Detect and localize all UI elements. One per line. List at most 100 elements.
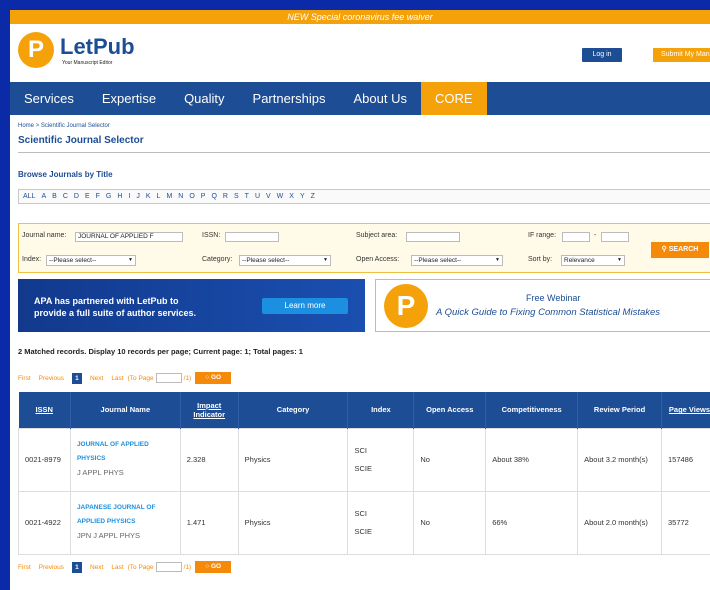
if-range-label: IF range: [528,232,557,239]
if-min-input[interactable] [562,232,590,242]
pager-last[interactable]: Last [111,375,123,382]
pager-next[interactable]: Next [90,564,103,571]
letter-k[interactable]: K [146,193,151,200]
letter-g[interactable]: G [106,193,111,200]
index-sci: SCI [354,445,367,455]
promo-banner[interactable]: NEW Special coronavirus fee waiver [10,10,710,24]
go-button[interactable]: ○ GO [195,561,232,573]
letter-h[interactable]: H [117,193,122,200]
letter-j[interactable]: J [136,193,140,200]
index-scie: SCIE [354,463,372,473]
column-journal-name: Journal Name [70,392,181,428]
letter-l[interactable]: L [157,193,161,200]
nav-quality[interactable]: Quality [170,82,238,115]
login-button[interactable]: Log in [582,48,622,62]
apa-promo-banner[interactable]: APA has partnered with LetPub to provide … [18,279,365,332]
logo-name[interactable]: LetPub [60,34,135,60]
letter-n[interactable]: N [178,193,183,200]
cell-impact: 1.471 [179,490,239,555]
apa-promo-text: APA has partnered with LetPub to provide … [34,295,196,319]
letpub-logo-icon[interactable]: P [18,32,54,68]
journal-name-label: Journal name: [22,232,67,239]
letter-w[interactable]: W [277,193,284,200]
nav-about-us[interactable]: About Us [340,82,421,115]
pager-current[interactable]: 1 [71,372,82,384]
journal-link[interactable]: JOURNAL OF APPLIED PHYSICS [77,441,149,462]
if-max-input[interactable] [601,232,629,242]
breadcrumb[interactable]: Home > Scientific Journal Selector [18,123,110,129]
nav-services[interactable]: Services [10,82,88,115]
pager-next[interactable]: Next [90,375,103,382]
letter-b[interactable]: B [52,193,57,200]
cell-review-period: About 2.0 month(s) [577,490,662,555]
letter-r[interactable]: R [223,193,228,200]
pager-first[interactable]: First [18,375,31,382]
letter-d[interactable]: D [74,193,79,200]
letter-s[interactable]: S [234,193,239,200]
letter-v[interactable]: V [266,193,271,200]
pager-to-page: (To Page [127,563,154,571]
pager-last[interactable]: Last [111,564,123,571]
letter-z[interactable]: Z [311,193,315,200]
letter-x[interactable]: X [289,193,294,200]
letter-y[interactable]: Y [300,193,305,200]
submit-manuscript-button[interactable]: Submit My Manuscript [653,48,710,62]
letter-p[interactable]: P [201,193,206,200]
sort-by-select[interactable]: Relevance ▼ [561,255,625,266]
letter-i[interactable]: I [128,193,130,200]
letter-a[interactable]: A [41,193,46,200]
letter-q[interactable]: Q [211,193,216,200]
letter-f[interactable]: F [96,193,100,200]
letter-all[interactable]: ALL [23,193,35,200]
table-row: 0021-8979 JOURNAL OF APPLIED PHYSICS J APP… [18,427,710,492]
go-button[interactable]: ○ GO [195,372,232,384]
table-row: 0021-4922 JAPANESE JOURNAL OF APPLIED PHY… [18,490,710,555]
pager-to-page: (To Page [127,374,154,382]
subject-area-label: Subject area: [356,232,398,239]
letter-c[interactable]: C [63,193,68,200]
page-number-input[interactable] [155,373,182,383]
sort-by-select-value: Relevance [564,257,595,264]
column-issn[interactable]: ISSN [18,392,71,428]
letter-e[interactable]: E [85,193,90,200]
letter-u[interactable]: U [255,193,260,200]
go-button-label: GO [210,563,222,570]
letter-m[interactable]: M [166,193,172,200]
open-access-select[interactable]: --Please select-- ▼ [411,255,503,266]
cell-page-views: 157486 [660,427,710,492]
main-nav: Services Expertise Quality Partnerships … [10,82,710,115]
pager-previous[interactable]: Previous [39,375,64,382]
column-index: Index [347,392,415,428]
journal-link[interactable]: JAPANESE JOURNAL OF APPLIED PHYSICS [77,504,156,525]
cell-open-access: No [413,427,487,492]
issn-input[interactable] [225,232,279,242]
nav-partnerships[interactable]: Partnerships [239,82,340,115]
webinar-title: Free Webinar [526,293,581,303]
pager-first[interactable]: First [18,564,31,571]
column-impact-indicator[interactable]: Impact Indicator [180,392,239,428]
nav-core[interactable]: CORE [421,82,487,115]
journal-name-input[interactable]: JOURNAL OF APPLIED F [75,232,183,242]
search-button[interactable]: ⚲ SEARCH [651,242,709,258]
page-number-input[interactable] [155,562,182,572]
chevron-down-icon: ▼ [323,257,328,263]
pager-previous[interactable]: Previous [39,564,64,571]
pager-current[interactable]: 1 [71,561,82,573]
letter-t[interactable]: T [245,193,249,200]
learn-more-button[interactable]: Learn more [262,298,348,314]
page-title: Scientific Journal Selector [18,135,144,146]
search-icon: ⚲ [661,246,667,253]
cell-journal-name: JAPANESE JOURNAL OF APPLIED PHYSICS JPN J … [69,490,181,555]
journal-name-line-2: APPLIED PHYSICS [76,518,136,525]
top-bar: P LetPub Your Manuscript Editor Log in S… [10,24,710,82]
letter-o[interactable]: O [189,193,194,200]
subject-area-input[interactable] [406,232,460,242]
column-page-views[interactable]: Page Views [661,392,710,428]
webinar-banner[interactable]: P Free Webinar A Quick Guide to Fixing C… [375,279,710,332]
index-select[interactable]: --Please select-- ▼ [46,255,136,266]
category-select[interactable]: --Please select-- ▼ [239,255,331,266]
nav-expertise[interactable]: Expertise [88,82,170,115]
cell-category: Physics [237,490,349,555]
journal-abbreviation: JPN J APPL PHYS [76,531,141,540]
table-header-row: ISSN Journal Name Impact Indicator Categ… [18,392,710,428]
